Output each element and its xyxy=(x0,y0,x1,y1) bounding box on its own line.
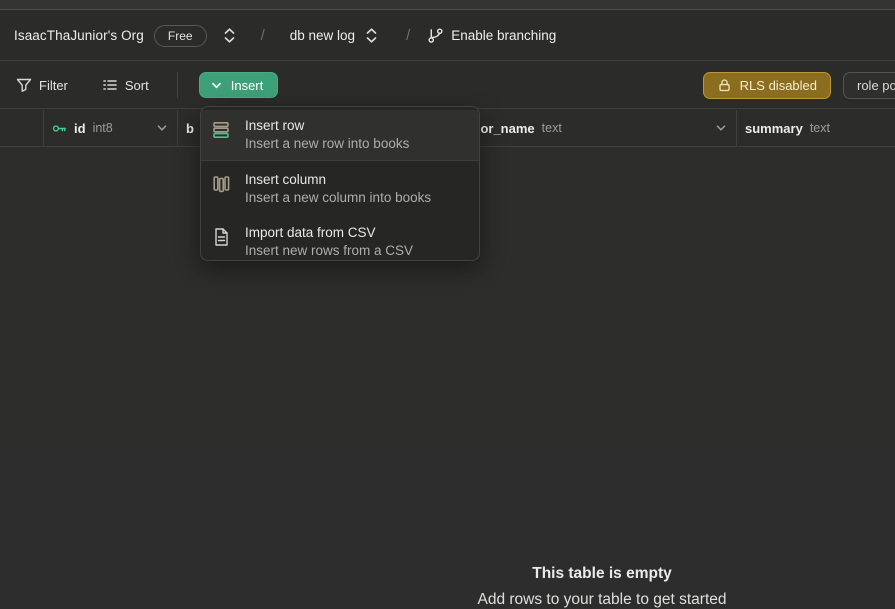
breadcrumb-bar: IsaacThaJunior's Org Free / db new log /… xyxy=(0,11,895,61)
primary-key-icon xyxy=(52,121,67,136)
breadcrumb-separator: / xyxy=(261,27,265,44)
menu-item-import-csv[interactable]: Import data from CSV Insert new rows fro… xyxy=(201,217,479,261)
rls-disabled-button[interactable]: RLS disabled xyxy=(703,72,831,99)
menu-item-subtitle: Insert a new row into books xyxy=(245,135,409,152)
git-branch-icon xyxy=(427,27,444,44)
sort-list-icon xyxy=(102,77,118,93)
column-header-author-name[interactable]: author_name text xyxy=(445,110,737,146)
enable-branching-button[interactable]: Enable branching xyxy=(451,28,556,43)
org-switcher-chevrons-icon[interactable] xyxy=(222,27,237,44)
empty-state-subtitle: Add rows to your table to get started xyxy=(478,591,727,609)
insert-row-icon xyxy=(210,120,232,140)
role-button-label: role po xyxy=(857,78,895,93)
menu-item-insert-column[interactable]: Insert column Insert a new column into b… xyxy=(201,164,479,214)
insert-button[interactable]: Insert xyxy=(199,72,279,98)
lock-icon xyxy=(717,78,732,93)
sort-button[interactable]: Sort xyxy=(96,73,155,97)
menu-item-title: Import data from CSV xyxy=(245,224,413,242)
import-csv-icon xyxy=(210,227,232,247)
select-all-header-cell[interactable] xyxy=(0,110,44,146)
rls-disabled-label: RLS disabled xyxy=(740,78,817,93)
column-name: b xyxy=(186,121,194,136)
toolbar-right-group: RLS disabled role po xyxy=(703,72,895,99)
chevron-down-icon[interactable] xyxy=(155,121,169,135)
plan-badge[interactable]: Free xyxy=(154,25,207,47)
project-switcher-chevrons-icon[interactable] xyxy=(364,27,379,44)
chevron-down-icon[interactable] xyxy=(714,121,728,135)
menu-item-subtitle: Insert a new column into books xyxy=(245,189,431,206)
filter-button[interactable]: Filter xyxy=(10,73,74,97)
column-header-summary[interactable]: summary text xyxy=(737,110,895,146)
menu-separator xyxy=(201,160,479,161)
column-type: text xyxy=(542,121,562,135)
breadcrumb-separator: / xyxy=(406,27,410,44)
sort-label: Sort xyxy=(125,78,149,93)
empty-state-title: This table is empty xyxy=(532,565,672,583)
filter-funnel-icon xyxy=(16,77,32,93)
column-header-id[interactable]: id int8 xyxy=(44,110,178,146)
insert-dropdown-menu: Insert row Insert a new row into books I… xyxy=(200,106,480,261)
column-type: text xyxy=(810,121,830,135)
menu-item-insert-row[interactable]: Insert row Insert a new row into books xyxy=(201,110,479,160)
role-button[interactable]: role po xyxy=(843,72,895,99)
column-name: id xyxy=(74,121,86,136)
toolbar-divider xyxy=(177,72,178,98)
table-toolbar: Filter Sort Insert RLS xyxy=(0,62,895,109)
menu-item-title: Insert row xyxy=(245,117,409,135)
menu-item-subtitle: Insert new rows from a CSV xyxy=(245,242,413,259)
filter-label: Filter xyxy=(39,78,68,93)
insert-button-label: Insert xyxy=(231,78,264,93)
org-name[interactable]: IsaacThaJunior's Org xyxy=(14,28,144,43)
column-name: summary xyxy=(745,121,803,136)
chevron-down-icon xyxy=(210,79,223,92)
project-name[interactable]: db new log xyxy=(290,28,355,43)
window-top-strip xyxy=(0,0,895,10)
insert-column-icon xyxy=(210,174,232,194)
menu-item-title: Insert column xyxy=(245,171,431,189)
column-type: int8 xyxy=(93,121,113,135)
